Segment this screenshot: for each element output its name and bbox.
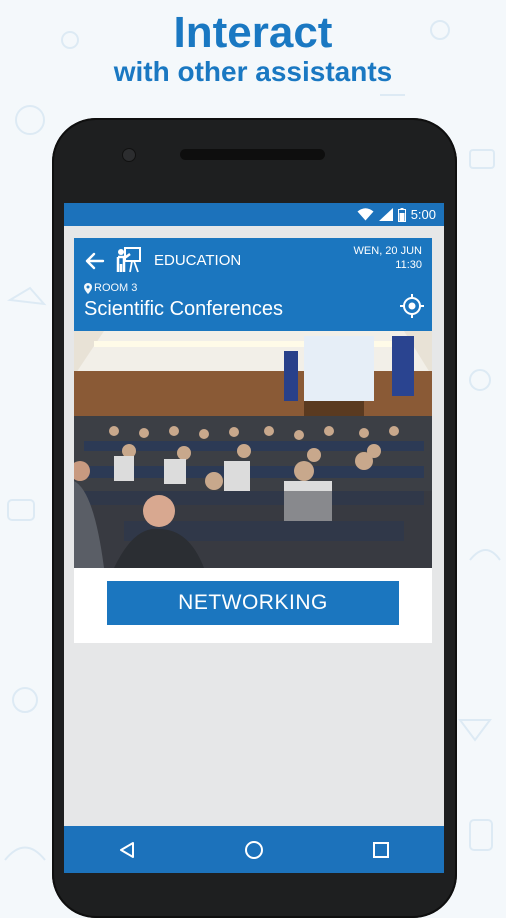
room-label: ROOM 3 <box>84 282 137 294</box>
nav-recents-icon[interactable] <box>361 830 401 870</box>
wifi-icon <box>357 208 374 221</box>
phone-frame: 5:00 EDUCATION WEN, 20 JUN 11:30 ROOM 3 … <box>52 118 457 918</box>
presentation-icon <box>116 246 142 274</box>
phone-screen: 5:00 EDUCATION WEN, 20 JUN 11:30 ROOM 3 … <box>64 203 444 873</box>
nav-back-icon[interactable] <box>107 830 147 870</box>
session-time: 11:30 <box>395 259 422 271</box>
promo-headline: Interact <box>173 8 333 57</box>
promo-header: Interact with other assistants <box>0 8 506 88</box>
room-name: ROOM 3 <box>94 282 138 294</box>
session-category: EDUCATION <box>154 252 242 269</box>
session-title: Scientific Conferences <box>84 298 283 320</box>
front-camera <box>122 148 136 162</box>
session-date: WEN, 20 JUN <box>353 245 422 257</box>
signal-icon <box>378 208 393 221</box>
status-time: 5:00 <box>410 207 436 222</box>
android-nav-bar <box>64 826 444 873</box>
battery-icon <box>397 207 406 222</box>
locate-target-icon[interactable] <box>400 294 424 318</box>
status-bar: 5:00 <box>64 203 444 226</box>
promo-subheadline: with other assistants <box>113 56 393 87</box>
networking-button[interactable]: NETWORKING <box>107 581 399 625</box>
app-content-area: EDUCATION WEN, 20 JUN 11:30 ROOM 3 Scien… <box>64 226 444 826</box>
back-arrow-icon[interactable] <box>84 250 106 272</box>
session-card: EDUCATION WEN, 20 JUN 11:30 ROOM 3 Scien… <box>74 238 432 643</box>
session-header: EDUCATION WEN, 20 JUN 11:30 ROOM 3 Scien… <box>74 238 432 331</box>
nav-home-icon[interactable] <box>234 830 274 870</box>
session-datetime: WEN, 20 JUN 11:30 <box>354 244 422 272</box>
conference-photo <box>74 331 432 568</box>
location-pin-icon <box>84 282 92 294</box>
earpiece-speaker <box>180 149 325 160</box>
